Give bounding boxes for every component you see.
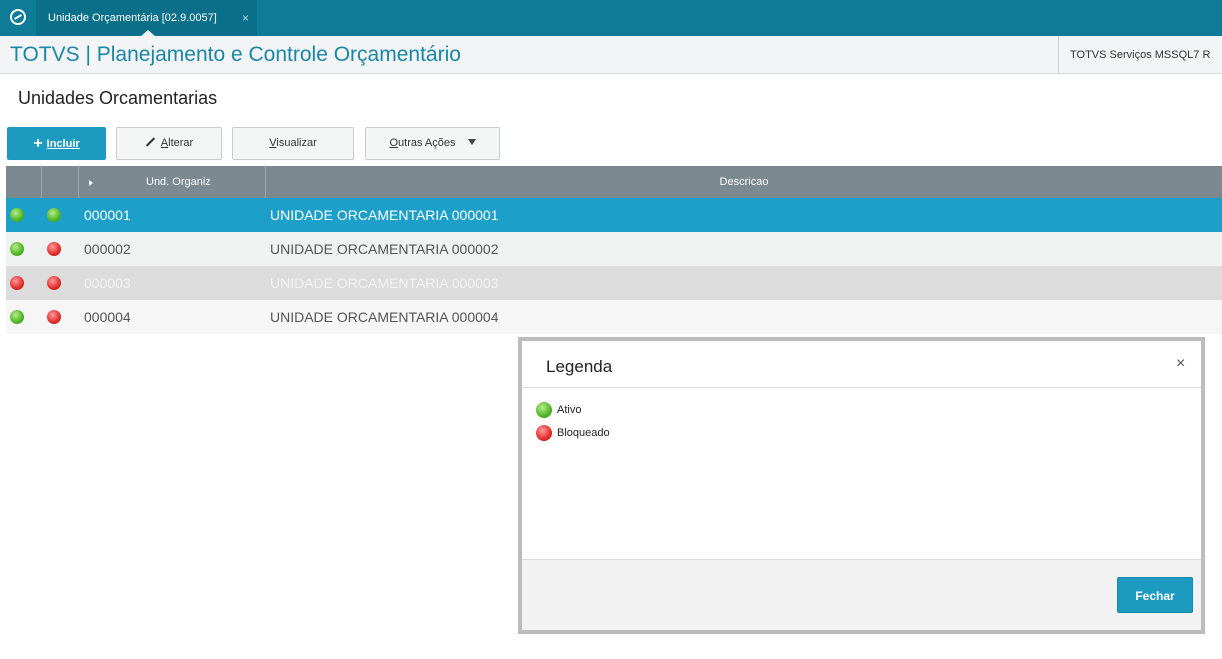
- cell-description: UNIDADE ORCAMENTARIA 000003: [270, 275, 499, 291]
- dialog-title: Legenda: [546, 357, 613, 376]
- status-green-icon: [10, 208, 24, 222]
- incluir-button[interactable]: + Incluir: [7, 127, 106, 160]
- status-red-icon: [47, 276, 61, 290]
- status-green-icon: [10, 242, 24, 256]
- tab-close-icon[interactable]: ×: [242, 0, 249, 36]
- visualizar-label: isualizar: [276, 137, 317, 149]
- legend-dialog: Legenda × Ativo Bloqueado Fechar: [518, 337, 1205, 634]
- legend-label: Ativo: [557, 404, 582, 416]
- top-tab-bar: Unidade Orçamentária [02.9.0057] ×: [0, 0, 1222, 36]
- table-row[interactable]: 000001 UNIDADE ORCAMENTARIA 000001: [6, 198, 1222, 232]
- column-header-status1[interactable]: [6, 166, 42, 198]
- outras-acoes-button[interactable]: Outras Ações: [365, 127, 500, 160]
- pencil-icon: [145, 137, 155, 147]
- table-row[interactable]: 000002 UNIDADE ORCAMENTARIA 000002: [6, 232, 1222, 266]
- visualizar-button[interactable]: Visualizar: [232, 127, 354, 160]
- cell-description: UNIDADE ORCAMENTARIA 000004: [270, 309, 499, 325]
- page-title: Unidades Orcamentarias: [18, 88, 218, 108]
- cell-code: 000001: [84, 207, 131, 223]
- alterar-button[interactable]: Alterar: [116, 127, 222, 160]
- outras-acoes-label: utras Ações: [398, 137, 456, 149]
- status-green-icon: [47, 208, 61, 222]
- cell-description: UNIDADE ORCAMENTARIA 000001: [270, 207, 499, 223]
- status-red-icon: [47, 310, 61, 324]
- dialog-title-bar: Legenda ×: [522, 341, 1201, 388]
- status-green-icon: [536, 402, 552, 418]
- column-header-status2[interactable]: [42, 166, 79, 198]
- column-header-und-organiz[interactable]: Und. Organiz: [79, 166, 266, 198]
- app-title: TOTVS | Planejamento e Controle Orçament…: [10, 43, 461, 66]
- status-red-icon: [10, 276, 24, 290]
- status-red-icon: [47, 242, 61, 256]
- cell-code: 000003: [84, 275, 131, 291]
- sort-arrow-icon: [89, 180, 93, 186]
- column-label-und-organiz: Und. Organiz: [146, 176, 211, 188]
- totvs-logo-icon[interactable]: [10, 9, 26, 25]
- outras-label-accel: O: [389, 137, 399, 149]
- grid-header: Und. Organiz Descricao: [6, 166, 1222, 198]
- table-row[interactable]: 000004 UNIDADE ORCAMENTARIA 000004: [6, 300, 1222, 334]
- chevron-down-icon: [467, 139, 476, 145]
- cell-code: 000002: [84, 241, 131, 257]
- data-grid: Und. Organiz Descricao 000001 UNIDADE OR…: [6, 166, 1222, 334]
- column-label-descricao: Descricao: [719, 176, 769, 188]
- environment-label: TOTVS Serviços MSSQL7 R: [1058, 36, 1210, 74]
- status-green-icon: [10, 310, 24, 324]
- status-red-icon: [536, 425, 552, 441]
- dialog-footer: Fechar: [522, 559, 1201, 630]
- plus-icon: +: [33, 135, 43, 152]
- close-icon[interactable]: ×: [1176, 355, 1185, 373]
- column-header-descricao[interactable]: Descricao: [266, 166, 1222, 198]
- fechar-button[interactable]: Fechar: [1117, 577, 1193, 613]
- cell-code: 000004: [84, 309, 131, 325]
- legend-label: Bloqueado: [557, 427, 610, 439]
- table-row[interactable]: 000003 UNIDADE ORCAMENTARIA 000003: [6, 266, 1222, 300]
- alterar-label: lterar: [168, 137, 194, 149]
- cell-description: UNIDADE ORCAMENTARIA 000002: [270, 241, 499, 257]
- app-header: TOTVS | Planejamento e Controle Orçament…: [0, 36, 1222, 74]
- tab-label: Unidade Orçamentária [02.9.0057]: [48, 12, 217, 24]
- incluir-label: Incluir: [46, 138, 80, 150]
